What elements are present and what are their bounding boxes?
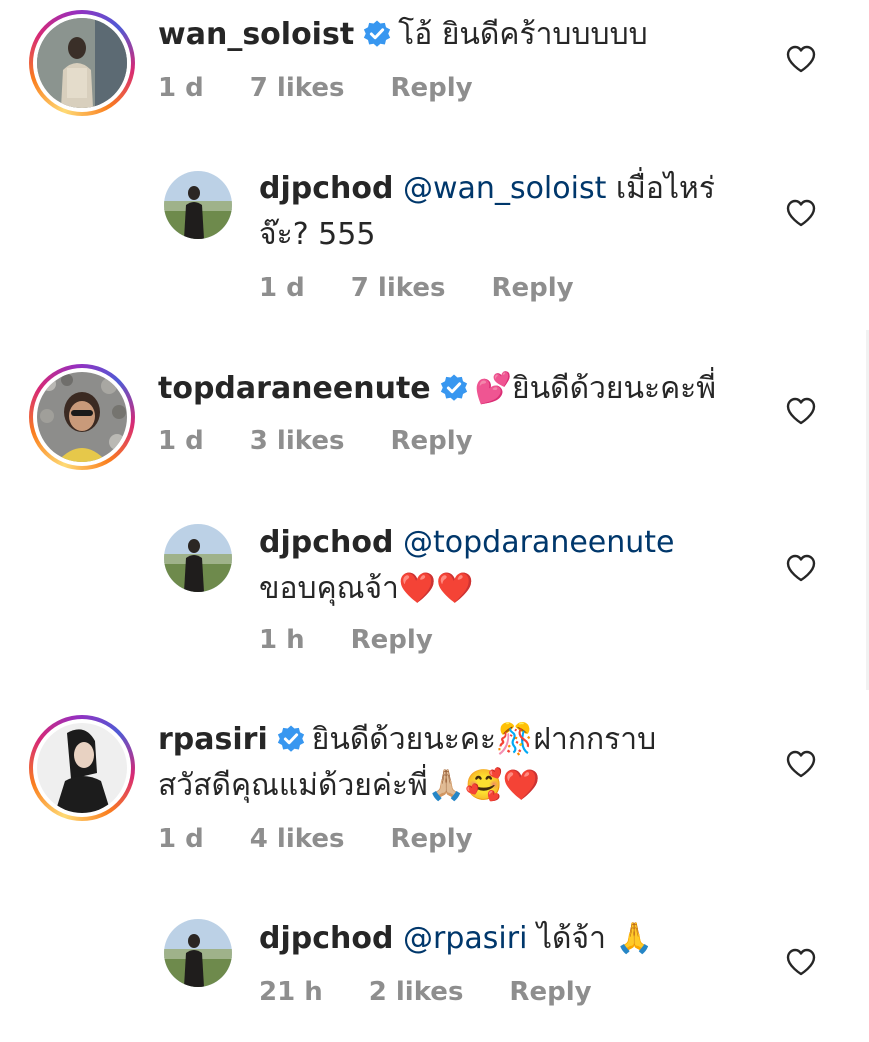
heart-outline-icon[interactable] bbox=[786, 397, 816, 425]
reply-comment: djpchod @rpasiri ได้จ้า 🙏 21 h 2 likes Rep… bbox=[0, 910, 869, 1030]
username[interactable]: wan_soloist bbox=[158, 17, 354, 52]
username[interactable]: djpchod bbox=[259, 921, 393, 956]
confetti-emoji: 🎊 bbox=[496, 722, 534, 757]
comment-meta: 1 d 7 likes Reply bbox=[259, 272, 620, 304]
avatar-image bbox=[37, 723, 127, 813]
comment-text: djpchod @rpasiri ได้จ้า 🙏 bbox=[259, 916, 739, 962]
comment-meta: 1 d 7 likes Reply bbox=[158, 72, 519, 104]
avatar-image bbox=[37, 372, 127, 462]
likes-count[interactable]: 7 likes bbox=[250, 73, 345, 103]
story-ring[interactable] bbox=[29, 364, 135, 470]
heart-outline-icon[interactable] bbox=[786, 554, 816, 582]
heart-outline-icon[interactable] bbox=[786, 199, 816, 227]
comment-meta: 1 d 4 likes Reply bbox=[158, 823, 519, 855]
avatar[interactable] bbox=[164, 919, 232, 987]
comment-body: เมื่อไหร่ bbox=[615, 171, 715, 206]
comment: wan_soloist โอ้ ยินดีคร้าบบบบบ 1 d 7 likes… bbox=[0, 0, 869, 140]
comment-body: ได้จ้า bbox=[536, 921, 606, 956]
mention-link[interactable]: @wan_soloist bbox=[403, 171, 606, 206]
likes-count[interactable]: 4 likes bbox=[250, 824, 345, 854]
reply-comment: djpchod @topdaraneenute ขอบคุณจ้า❤️❤️ 1 … bbox=[0, 515, 869, 665]
comment-text: djpchod @wan_soloist เมื่อไหร่ จ๊ะ? 555 bbox=[259, 166, 739, 258]
avatar[interactable] bbox=[37, 372, 127, 462]
comment-text: djpchod @topdaraneenute ขอบคุณจ้า❤️❤️ bbox=[259, 520, 739, 612]
comment-text: rpasiri ยินดีด้วยนะคะ🎊ฝากกราบ สวัสดีคุณแม… bbox=[158, 717, 758, 809]
avatar-image bbox=[164, 171, 232, 239]
reply-button[interactable]: Reply bbox=[390, 73, 472, 103]
mention-link[interactable]: @rpasiri bbox=[403, 921, 527, 956]
username[interactable]: djpchod bbox=[259, 171, 393, 206]
comment-body: ยินดีด้วยนะคะ bbox=[311, 722, 497, 757]
reply-button[interactable]: Reply bbox=[509, 977, 591, 1007]
username[interactable]: rpasiri bbox=[158, 722, 268, 757]
mention-link[interactable]: @topdaraneenute bbox=[403, 525, 674, 560]
likes-count[interactable]: 7 likes bbox=[351, 273, 446, 303]
timestamp: 1 d bbox=[158, 426, 204, 456]
timestamp: 21 h bbox=[259, 977, 323, 1007]
verified-badge-icon bbox=[440, 374, 467, 401]
username[interactable]: djpchod bbox=[259, 525, 393, 560]
comment-meta: 1 d 3 likes Reply bbox=[158, 425, 519, 457]
verified-badge-icon bbox=[364, 20, 391, 47]
comment: topdaraneenute 💕ยินดีด้วยนะคะพี่ 1 d 3 lik… bbox=[0, 355, 869, 485]
likes-count[interactable]: 2 likes bbox=[369, 977, 464, 1007]
timestamp: 1 d bbox=[259, 273, 305, 303]
comment-body: โอ้ ยินดีคร้าบบบบบ bbox=[398, 17, 648, 52]
heart-outline-icon[interactable] bbox=[786, 45, 816, 73]
timestamp: 1 d bbox=[158, 73, 204, 103]
story-ring[interactable] bbox=[29, 10, 135, 116]
reply-comment: djpchod @wan_soloist เมื่อไหร่ จ๊ะ? 555 … bbox=[0, 160, 869, 310]
verified-badge-icon bbox=[277, 725, 304, 752]
heart-outline-icon[interactable] bbox=[786, 750, 816, 778]
reply-button[interactable]: Reply bbox=[491, 273, 573, 303]
timestamp: 1 h bbox=[259, 625, 305, 655]
comment-body-line2: สวัสดีคุณแม่ด้วยค่ะพี่ bbox=[158, 768, 428, 803]
avatar[interactable] bbox=[37, 18, 127, 108]
reply-button[interactable]: Reply bbox=[390, 426, 472, 456]
two-hearts-emoji: 💕 bbox=[474, 371, 512, 406]
avatar-image bbox=[164, 919, 232, 987]
comment-text: topdaraneenute 💕ยินดีด้วยนะคะพี่ bbox=[158, 366, 716, 412]
red-hearts-emoji: ❤️❤️ bbox=[398, 571, 474, 606]
likes-count[interactable]: 3 likes bbox=[250, 426, 345, 456]
avatar[interactable] bbox=[164, 524, 232, 592]
comment-body: ขอบคุณจ้า bbox=[259, 571, 399, 606]
pray-emoji: 🙏 bbox=[615, 921, 653, 956]
username[interactable]: topdaraneenute bbox=[158, 371, 431, 406]
comment-text: wan_soloist โอ้ ยินดีคร้าบบบบบ bbox=[158, 12, 648, 58]
reply-button[interactable]: Reply bbox=[351, 625, 433, 655]
avatar[interactable] bbox=[37, 723, 127, 813]
comment-body: ยินดีด้วยนะคะพี่ bbox=[512, 371, 717, 406]
timestamp: 1 d bbox=[158, 824, 204, 854]
comment-meta: 1 h Reply bbox=[259, 624, 479, 656]
comment-meta: 21 h 2 likes Reply bbox=[259, 976, 638, 1008]
reply-button[interactable]: Reply bbox=[390, 824, 472, 854]
comment-body-line2: จ๊ะ? 555 bbox=[259, 217, 376, 252]
avatar-image bbox=[164, 524, 232, 592]
pray-smile-heart-emoji: 🙏🏼🥰❤️ bbox=[427, 768, 540, 803]
comment: rpasiri ยินดีด้วยนะคะ🎊ฝากกราบ สวัสดีคุณแม… bbox=[0, 705, 869, 875]
heart-outline-icon[interactable] bbox=[786, 948, 816, 976]
avatar[interactable] bbox=[164, 171, 232, 239]
story-ring[interactable] bbox=[29, 715, 135, 821]
avatar-image bbox=[37, 18, 127, 108]
comment-body-cont: ฝากกราบ bbox=[533, 722, 657, 757]
